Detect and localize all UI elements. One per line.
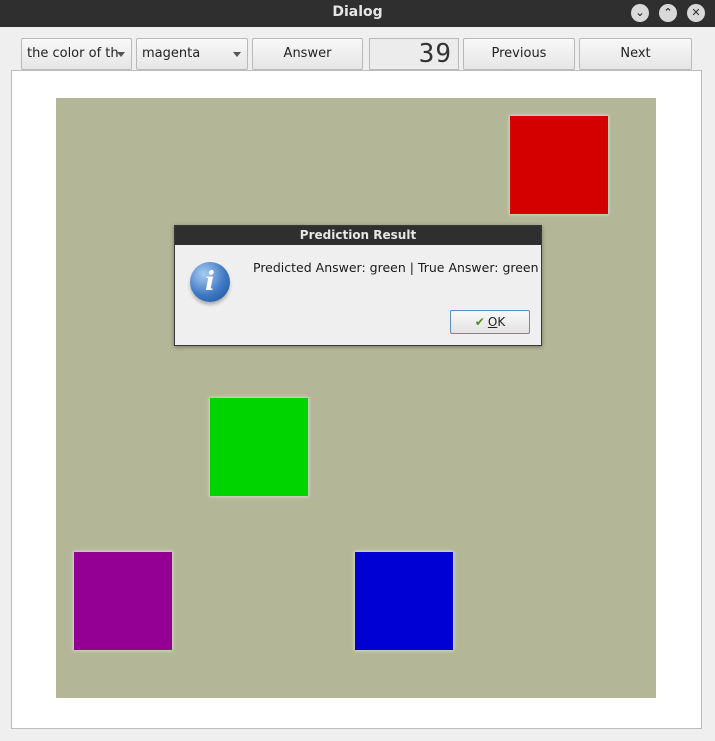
purple-square bbox=[74, 552, 172, 650]
color-combo[interactable]: magenta bbox=[136, 38, 248, 70]
ok-button[interactable]: ✔ OK bbox=[450, 310, 530, 334]
red-square bbox=[510, 116, 608, 214]
question-combo-value: the color of th bbox=[27, 46, 119, 61]
ok-label-rest: K bbox=[497, 315, 506, 329]
minimize-button[interactable]: ⌄ bbox=[631, 4, 649, 22]
scene-image bbox=[56, 98, 656, 698]
next-button[interactable]: Next bbox=[579, 38, 692, 70]
dialog-window: Dialog ⌄ ⌃ ✕ the color of th magenta Ans… bbox=[0, 0, 715, 741]
answer-button[interactable]: Answer bbox=[252, 38, 363, 70]
maximize-button[interactable]: ⌃ bbox=[659, 4, 677, 22]
checkmark-icon: ✔ bbox=[474, 315, 485, 329]
color-combo-value: magenta bbox=[142, 46, 201, 61]
chevron-down-icon: ⌄ bbox=[635, 6, 645, 19]
chevron-up-icon: ⌃ bbox=[663, 6, 673, 19]
prediction-result-dialog: Prediction Result i Predicted Answer: gr… bbox=[174, 225, 542, 346]
dialog-title: Prediction Result bbox=[175, 226, 541, 245]
window-title: Dialog bbox=[332, 4, 383, 20]
previous-button[interactable]: Previous bbox=[463, 38, 575, 70]
ok-label-mnemonic: O bbox=[487, 315, 498, 329]
green-square bbox=[210, 398, 308, 496]
close-icon: ✕ bbox=[691, 6, 701, 19]
close-button[interactable]: ✕ bbox=[687, 4, 705, 22]
question-combo[interactable]: the color of th bbox=[21, 38, 132, 70]
titlebar: Dialog ⌄ ⌃ ✕ bbox=[0, 0, 715, 27]
blue-square bbox=[355, 552, 453, 650]
info-icon: i bbox=[190, 262, 230, 302]
dropdown-arrow-icon bbox=[233, 52, 241, 57]
dropdown-arrow-icon bbox=[117, 52, 125, 57]
dialog-message: Predicted Answer: green | True Answer: g… bbox=[253, 260, 539, 275]
index-counter: 39 bbox=[369, 38, 459, 70]
